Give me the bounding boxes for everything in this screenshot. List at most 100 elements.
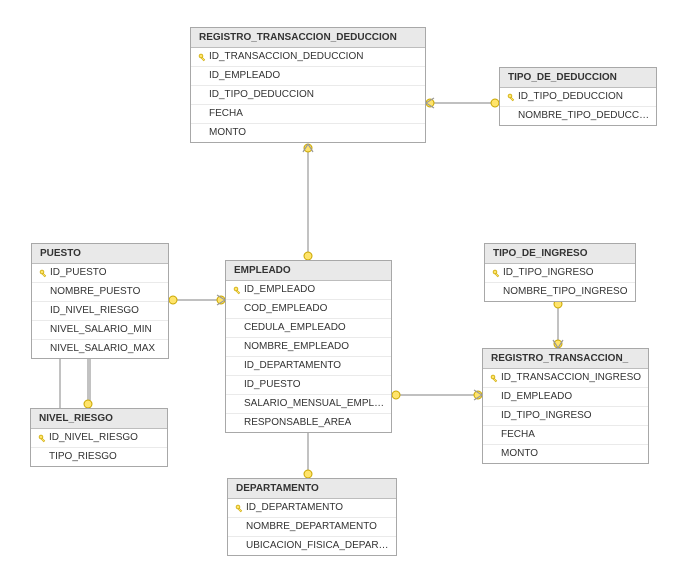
column-row: ID_TRANSACCION_INGRESO [483, 369, 648, 388]
column-row: NOMBRE_TIPO_INGRESO [485, 283, 635, 301]
column-name: RESPONSABLE_AREA [244, 416, 351, 430]
column-name: MONTO [501, 447, 538, 461]
column-row: UBICACION_FISICA_DEPARTA... [228, 537, 396, 555]
column-row: FECHA [191, 105, 425, 124]
primary-key-icon [39, 269, 48, 278]
table-title: EMPLEADO [226, 261, 391, 281]
column-name: ID_TRANSACCION_DEDUCCION [209, 50, 363, 64]
column-name: NOMBRE_DEPARTAMENTO [246, 520, 377, 534]
column-name: ID_NIVEL_RIESGO [50, 304, 139, 318]
column-row: TIPO_RIESGO [31, 448, 167, 466]
er-diagram-canvas: REGISTRO_TRANSACCION_DEDUCCION ID_TRANSA… [0, 0, 677, 570]
column-name: FECHA [501, 428, 535, 442]
column-name: ID_NIVEL_RIESGO [49, 431, 138, 445]
primary-key-icon [233, 286, 242, 295]
column-row: ID_EMPLEADO [483, 388, 648, 407]
table-title: REGISTRO_TRANSACCION_ [483, 349, 648, 369]
column-name: NIVEL_SALARIO_MIN [50, 323, 152, 337]
column-name: ID_TIPO_DEDUCCION [209, 88, 314, 102]
column-row: ID_PUESTO [32, 264, 168, 283]
table-title: REGISTRO_TRANSACCION_DEDUCCION [191, 28, 425, 48]
table-departamento[interactable]: DEPARTAMENTO ID_DEPARTAMENTO NOMBRE_DEPAR… [227, 478, 397, 556]
table-title: DEPARTAMENTO [228, 479, 396, 499]
column-row: MONTO [191, 124, 425, 142]
pk-indicator [36, 434, 49, 443]
table-tipo-de-deduccion[interactable]: TIPO_DE_DEDUCCION ID_TIPO_DEDUCCIONNOMBR… [499, 67, 657, 126]
column-row: NOMBRE_DEPARTAMENTO [228, 518, 396, 537]
column-name: COD_EMPLEADO [244, 302, 327, 316]
column-row: SALARIO_MENSUAL_EMPLEA... [226, 395, 391, 414]
column-row: NIVEL_SALARIO_MIN [32, 321, 168, 340]
column-row: COD_EMPLEADO [226, 300, 391, 319]
pk-indicator [505, 93, 518, 102]
primary-key-icon [198, 53, 207, 62]
column-name: ID_DEPARTAMENTO [246, 501, 343, 515]
table-columns: ID_TRANSACCION_DEDUCCION ID_EMPLEADO ID_TI… [191, 48, 425, 142]
table-puesto[interactable]: PUESTO ID_PUESTO NOMBRE_PUESTO ID_NIVEL_RI… [31, 243, 169, 359]
table-title: NIVEL_RIESGO [31, 409, 167, 429]
column-row: ID_DEPARTAMENTO [228, 499, 396, 518]
pk-indicator [490, 269, 503, 278]
column-name: NOMBRE_EMPLEADO [244, 340, 349, 354]
column-name: ID_PUESTO [244, 378, 301, 392]
primary-key-icon [235, 504, 244, 513]
column-row: ID_TIPO_DEDUCCION [191, 86, 425, 105]
column-name: ID_EMPLEADO [244, 283, 315, 297]
table-columns: ID_TRANSACCION_INGRESO ID_EMPLEADO ID_TIPO… [483, 369, 648, 463]
column-row: FECHA [483, 426, 648, 445]
column-row: ID_TIPO_INGRESO [483, 407, 648, 426]
column-name: NOMBRE_TIPO_DEDUCCION [518, 109, 650, 123]
table-title: PUESTO [32, 244, 168, 264]
column-name: TIPO_RIESGO [49, 450, 117, 464]
column-name: ID_TRANSACCION_INGRESO [501, 371, 641, 385]
column-name: ID_PUESTO [50, 266, 107, 280]
column-row: NOMBRE_PUESTO [32, 283, 168, 302]
column-row: ID_PUESTO [226, 376, 391, 395]
column-name: SALARIO_MENSUAL_EMPLEA... [244, 397, 385, 411]
column-row: ID_DEPARTAMENTO [226, 357, 391, 376]
table-columns: ID_TIPO_INGRESO NOMBRE_TIPO_INGRESO [485, 264, 635, 301]
column-name: FECHA [209, 107, 243, 121]
column-name: ID_EMPLEADO [209, 69, 280, 83]
table-columns: ID_NIVEL_RIESGO TIPO_RIESGO [31, 429, 167, 466]
column-row: ID_TIPO_DEDUCCION [500, 88, 656, 107]
table-title: TIPO_DE_INGRESO [485, 244, 635, 264]
table-columns: ID_TIPO_DEDUCCION NOMBRE_TIPO_DEDUCCION [500, 88, 656, 125]
table-nivel-riesgo[interactable]: NIVEL_RIESGO ID_NIVEL_RIESGO TIPO_RIESGO [30, 408, 168, 467]
column-row: ID_TIPO_INGRESO [485, 264, 635, 283]
table-empleado[interactable]: EMPLEADO ID_EMPLEADO COD_EMPLEADO CEDULA_E… [225, 260, 392, 433]
primary-key-icon [490, 374, 499, 383]
column-row: CEDULA_EMPLEADO [226, 319, 391, 338]
column-row: ID_NIVEL_RIESGO [31, 429, 167, 448]
column-name: ID_TIPO_DEDUCCION [518, 90, 623, 104]
primary-key-icon [492, 269, 501, 278]
column-name: ID_TIPO_INGRESO [503, 266, 594, 280]
pk-indicator [488, 374, 501, 383]
table-tipo-de-ingreso[interactable]: TIPO_DE_INGRESO ID_TIPO_INGRESO NOMBRE_TI… [484, 243, 636, 302]
pk-indicator [37, 269, 50, 278]
column-name: NIVEL_SALARIO_MAX [50, 342, 155, 356]
primary-key-icon [507, 93, 516, 102]
column-name: ID_TIPO_INGRESO [501, 409, 592, 423]
column-row: NOMBRE_TIPO_DEDUCCION [500, 107, 656, 125]
column-name: MONTO [209, 126, 246, 140]
table-columns: ID_PUESTO NOMBRE_PUESTO ID_NIVEL_RIESGO NIV… [32, 264, 168, 358]
column-row: RESPONSABLE_AREA [226, 414, 391, 432]
column-name: ID_DEPARTAMENTO [244, 359, 341, 373]
column-name: NOMBRE_PUESTO [50, 285, 140, 299]
table-registro-transaccion-deduccion[interactable]: REGISTRO_TRANSACCION_DEDUCCION ID_TRANSA… [190, 27, 426, 143]
pk-indicator [196, 53, 209, 62]
primary-key-icon [38, 434, 47, 443]
column-row: ID_TRANSACCION_DEDUCCION [191, 48, 425, 67]
column-row: NOMBRE_EMPLEADO [226, 338, 391, 357]
column-row: NIVEL_SALARIO_MAX [32, 340, 168, 358]
column-name: CEDULA_EMPLEADO [244, 321, 346, 335]
column-name: ID_EMPLEADO [501, 390, 572, 404]
column-row: ID_NIVEL_RIESGO [32, 302, 168, 321]
column-row: ID_EMPLEADO [226, 281, 391, 300]
column-row: ID_EMPLEADO [191, 67, 425, 86]
column-name: NOMBRE_TIPO_INGRESO [503, 285, 627, 299]
table-registro-transaccion-ingreso[interactable]: REGISTRO_TRANSACCION_ ID_TRANSACCION_ING… [482, 348, 649, 464]
column-row: MONTO [483, 445, 648, 463]
pk-indicator [233, 504, 246, 513]
